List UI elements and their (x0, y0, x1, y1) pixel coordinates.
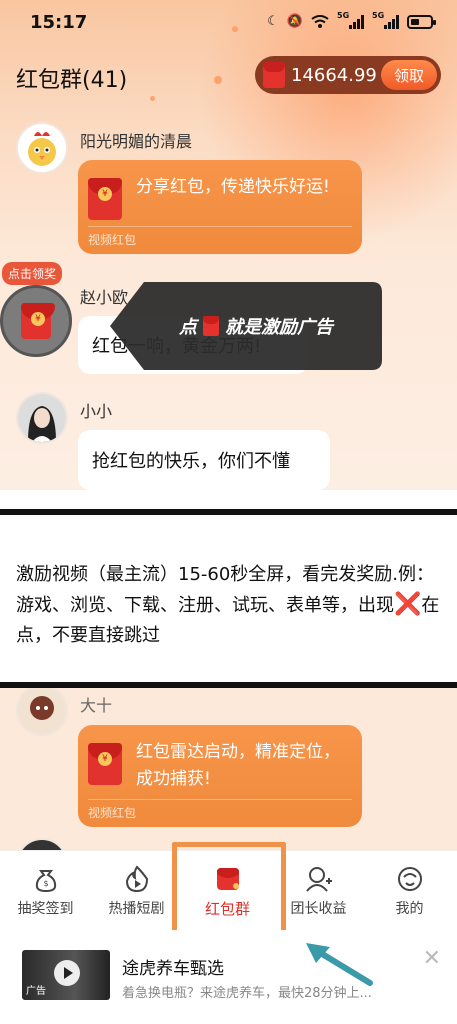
girl-avatar-icon (18, 394, 66, 442)
tooltip-prefix: 点 (179, 317, 197, 338)
sparkle-decoration (214, 76, 222, 84)
red-envelope-icon (203, 316, 219, 336)
ad-title: 途虎养车甄选 (122, 959, 224, 979)
envelope-text: 红包雷达启动，精准定位，成功捕获! (136, 742, 340, 789)
tab-profile[interactable]: 我的 (364, 851, 455, 931)
status-time: 15:17 (30, 12, 88, 33)
signal-label: 5G (372, 10, 385, 20)
avatar-cartoon[interactable] (16, 688, 68, 736)
money-bag-icon: $ (31, 864, 61, 894)
active-tab-highlight (172, 842, 286, 940)
text-message-bubble: 抢红包的快乐，你们不懂 (78, 430, 330, 490)
annotation-text: 激励视频（最主流）15-60秒全屏，看完发奖励.例：游戏、浏览、下载、注册、试玩… (16, 560, 444, 651)
tab-leader-earnings[interactable]: 团长收益 (273, 851, 364, 931)
tab-label: 团长收益 (290, 901, 347, 917)
tab-label: 抽奖签到 (17, 901, 74, 917)
profile-icon (395, 864, 425, 894)
envelope-text: 分享红包，传递快乐好运! (136, 177, 330, 197)
avatar-rooster[interactable] (16, 122, 68, 174)
tab-short-drama[interactable]: 热播短剧 (91, 851, 182, 931)
red-envelope-message[interactable]: ¥ 红包雷达启动，精准定位，成功捕获! 视频红包 (78, 725, 362, 827)
envelope-footer: 视频红包 (88, 799, 352, 827)
envelope-footer: 视频红包 (88, 226, 352, 254)
tooltip-overlay: 点 就是激励广告 (110, 282, 382, 370)
claim-envelope-avatar[interactable]: ¥ (0, 285, 72, 357)
red-envelope-message[interactable]: ¥ 分享红包，传递快乐好运! 视频红包 (78, 160, 362, 254)
avatar-girl[interactable] (16, 392, 68, 444)
avatar-partial[interactable] (16, 838, 68, 850)
message-text: 抢红包的快乐，你们不懂 (92, 451, 290, 472)
divider-line (0, 509, 457, 515)
sender-name: 阳光明媚的清晨 (80, 132, 193, 151)
annotation-text-before: 激励视频（最主流）15-60秒全屏，看完发奖励.例：游戏、浏览、下载、注册、试玩… (16, 564, 435, 616)
signal-label: 5G (337, 10, 350, 20)
rooster-avatar-icon (28, 132, 56, 166)
balance-pill[interactable]: 14664.99 领取 (255, 56, 441, 94)
svg-text:$: $ (43, 879, 48, 888)
tooltip-suffix: 就是激励广告 (225, 317, 333, 338)
signal-icon: 5G (372, 11, 399, 29)
chat-lower-region: 大十 ¥ 红包雷达启动，精准定位，成功捕获! 视频红包 (0, 688, 457, 850)
page-title: 红包群(41) (16, 68, 128, 93)
claim-reward-badge[interactable]: 点击领奖 (2, 262, 63, 285)
mute-bell-icon: 🔕 (286, 14, 303, 29)
pointer-arrow-icon (306, 943, 373, 986)
chat-top-region: 15:17 ☾ 🔕 5G 5G 红包群(41) 14664.99 领取 阳光明媚… (0, 0, 457, 490)
close-icon[interactable]: ✕ (423, 946, 441, 971)
red-envelope-icon (263, 62, 285, 88)
wifi-icon (311, 14, 329, 28)
sender-name: 小小 (80, 402, 113, 421)
claim-button[interactable]: 领取 (381, 60, 437, 90)
sparkle-decoration (150, 96, 155, 101)
red-envelope-icon: ¥ (88, 743, 122, 785)
tab-lottery-checkin[interactable]: $ 抽奖签到 (0, 851, 91, 931)
status-icons: ☾ 🔕 5G 5G (267, 11, 436, 29)
red-envelope-icon: ¥ (21, 303, 55, 339)
tooltip-text: 点 就是激励广告 (110, 282, 382, 370)
battery-icon (407, 14, 436, 29)
ad-banner[interactable]: 广告 途虎养车甄选 着急换电瓶？来途虎养车，最快28分钟上... ✕ (0, 930, 457, 1024)
tab-label: 我的 (395, 901, 424, 917)
play-icon (54, 960, 80, 986)
annotation-note: 激励视频（最主流）15-60秒全屏，看完发奖励.例：游戏、浏览、下载、注册、试玩… (0, 516, 457, 682)
balance-amount: 14664.99 (291, 64, 377, 86)
user-add-icon (304, 864, 334, 894)
play-video-icon (122, 864, 152, 894)
close-x-icon: ❌ (394, 592, 422, 617)
cartoon-avatar-icon (18, 688, 66, 734)
moon-icon: ☾ (267, 14, 279, 29)
ad-thumbnail[interactable]: 广告 (22, 950, 110, 1000)
status-bar: 15:17 ☾ 🔕 5G 5G (0, 0, 457, 48)
red-envelope-icon: ¥ (88, 178, 122, 220)
ad-tag: 广告 (26, 986, 46, 997)
signal-icon: 5G (337, 11, 364, 29)
tab-label: 热播短剧 (108, 901, 165, 917)
sender-name: 大十 (80, 696, 113, 715)
